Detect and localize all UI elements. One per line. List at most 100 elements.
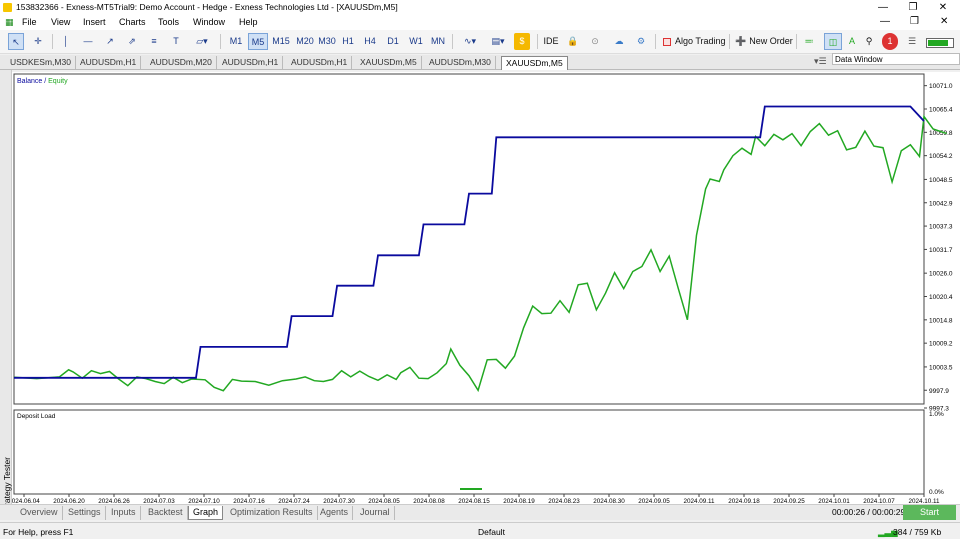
y-tick-label: 10037.3 — [929, 224, 953, 231]
chart-tab[interactable]: XAUUSDm,M5 — [356, 56, 422, 70]
y-tick-label: 9997.9 — [929, 388, 949, 395]
chart-tab[interactable]: AUDUSDm,H1 — [76, 56, 142, 70]
tab-backtest[interactable]: Backtest — [144, 506, 188, 520]
toolbar-separator — [452, 34, 453, 49]
menu-window[interactable]: Window — [193, 17, 225, 27]
crosshair-icon[interactable]: ✛ — [30, 33, 46, 50]
legend-equity: Equity — [48, 78, 68, 85]
chart-tab[interactable]: AUDUSDm,H1 — [287, 56, 353, 70]
vertical-line-icon[interactable]: │ — [58, 33, 74, 50]
timeframe-w1[interactable]: W1 — [407, 33, 425, 50]
settings-icon[interactable]: ☰ — [904, 33, 920, 50]
text-tool-icon[interactable]: T — [168, 33, 184, 50]
timeframe-h4[interactable]: H4 — [362, 33, 378, 50]
y-tick-label: 10003.5 — [929, 364, 953, 371]
app-icon — [3, 3, 12, 12]
y-tick-label: 10009.2 — [929, 341, 953, 348]
timeframe-m1[interactable]: M1 — [226, 33, 246, 50]
tab-settings[interactable]: Settings — [64, 506, 106, 520]
trendline-icon[interactable]: ↗ — [102, 33, 118, 50]
status-bar: For Help, press F1 Default ▂▃▅ 384 / 759… — [0, 522, 960, 539]
tab-overview[interactable]: Overview — [16, 506, 63, 520]
candles-icon[interactable]: ◫ — [824, 33, 842, 50]
chart-area[interactable]: Balance / Equity Deposit Load 10071.0 100… — [8, 72, 960, 505]
window-title: 153832366 - Exness-MT5Trial9: Demo Accou… — [16, 2, 398, 12]
child-restore-icon[interactable]: ❐ — [910, 16, 919, 27]
timeframe-m30[interactable]: M30 — [316, 33, 338, 50]
chart-tab[interactable]: AUDUSDm,M30 — [425, 56, 496, 70]
maximize-icon[interactable]: ❐ — [898, 0, 928, 15]
fibonacci-icon[interactable]: ≡ — [146, 33, 162, 50]
menu-help[interactable]: Help — [239, 17, 258, 27]
y-tick-label: 10031.7 — [929, 247, 953, 254]
horizontal-line-icon[interactable]: — — [80, 33, 96, 50]
ide-button[interactable]: IDE — [542, 33, 560, 50]
timeframe-m5[interactable]: M5 — [248, 33, 268, 50]
menu-file[interactable]: File — [22, 17, 37, 27]
toolbar-separator — [729, 34, 730, 49]
signal-icon[interactable]: ⊙ — [586, 33, 604, 50]
child-minimize-icon[interactable]: — — [880, 16, 890, 27]
chart-tab[interactable]: AUDUSDm,M20 — [146, 56, 217, 70]
menu-view[interactable]: View — [51, 17, 70, 27]
chart-tab[interactable]: USDKESm,M30 — [6, 56, 76, 70]
tab-optimization-results[interactable]: Optimization Results — [226, 506, 318, 520]
channel-icon[interactable]: ⇗ — [124, 33, 140, 50]
shapes-icon[interactable]: ▱▾ — [190, 33, 214, 50]
y-tick-label: 10026.0 — [929, 271, 953, 278]
toolbar-separator — [220, 34, 221, 49]
deposit-panel-frame — [13, 409, 925, 495]
timeframe-m20[interactable]: M20 — [294, 33, 316, 50]
tab-journal[interactable]: Journal — [356, 506, 395, 520]
vps-icon[interactable]: ⚙ — [632, 33, 650, 50]
chart-type-icon[interactable]: ∿▾ — [458, 33, 482, 50]
timeframe-mn[interactable]: MN — [428, 33, 448, 50]
timeframe-d1[interactable]: D1 — [385, 33, 401, 50]
menu-charts[interactable]: Charts — [119, 17, 146, 27]
notifications-badge[interactable]: 1 — [882, 33, 898, 50]
chart-tab[interactable]: AUDUSDm,H1 — [218, 56, 284, 70]
cloud-icon[interactable]: ☁ — [610, 33, 628, 50]
deposit-load-label: Deposit Load — [17, 413, 56, 420]
strategy-tester-sidebar: Strategy Tester — [0, 70, 12, 520]
new-order-button[interactable]: ➕ New Order — [731, 32, 797, 51]
status-help: For Help, press F1 — [3, 527, 74, 537]
y-tick-label: 10054.2 — [929, 153, 953, 160]
start-button[interactable]: Start — [903, 505, 956, 520]
toolbar-separator — [796, 34, 797, 49]
tab-agents[interactable]: Agents — [316, 506, 354, 520]
algo-trading-button[interactable]: Algo Trading — [659, 32, 730, 51]
line-chart-icon[interactable]: A — [846, 33, 858, 50]
status-profile: Default — [478, 527, 505, 537]
dollar-icon[interactable]: $ — [514, 33, 530, 50]
y-tick-label: 10065.4 — [929, 107, 953, 114]
lock-icon[interactable]: 🔒 — [566, 33, 580, 50]
tab-graph[interactable]: Graph — [188, 506, 224, 520]
timeframe-h1[interactable]: H1 — [340, 33, 356, 50]
menu-insert[interactable]: Insert — [83, 17, 106, 27]
deposit-tick-label: 0.0% — [929, 489, 944, 496]
menu-tools[interactable]: Tools — [158, 17, 179, 27]
y-tick-label: 10071.0 — [929, 83, 953, 90]
tab-inputs[interactable]: Inputs — [107, 506, 141, 520]
close-icon[interactable]: ✕ — [928, 0, 958, 15]
tester-tabs: Overview Settings Inputs Backtest Graph … — [0, 504, 960, 520]
tabs-menu-icon[interactable]: ▾☰ — [814, 56, 827, 67]
balance-equity-chart: Balance / Equity Deposit Load 10071.0 100… — [8, 73, 953, 505]
status-traffic: 384 / 759 Kb — [893, 527, 942, 537]
title-bar: 153832366 - Exness-MT5Trial9: Demo Accou… — [0, 0, 960, 15]
y-tick-label: 10042.9 — [929, 200, 953, 207]
strategy-tester-label: Strategy Tester — [2, 456, 12, 514]
indicators-icon[interactable]: ▤▾ — [486, 33, 510, 50]
data-window-title[interactable]: Data Window — [832, 53, 960, 65]
chart-tabs: USDKESm,M30 AUDUSDm,H1 AUDUSDm,M20 AUDUS… — [0, 55, 960, 70]
cursor-icon[interactable]: ↖ — [8, 33, 24, 50]
timeframe-m15[interactable]: M15 — [270, 33, 292, 50]
minimize-icon[interactable]: — — [868, 0, 898, 15]
trend-chart-icon[interactable]: ≕ — [801, 33, 817, 50]
chart-doc-icon: ▦ — [5, 17, 14, 27]
child-close-icon[interactable]: ✕ — [940, 16, 948, 27]
tester-timer: 00:00:26 / 00:00:29 — [832, 507, 906, 517]
chart-tab-active[interactable]: XAUUSDm,M5 — [501, 56, 568, 70]
search-icon[interactable]: ⚲ — [862, 33, 876, 50]
